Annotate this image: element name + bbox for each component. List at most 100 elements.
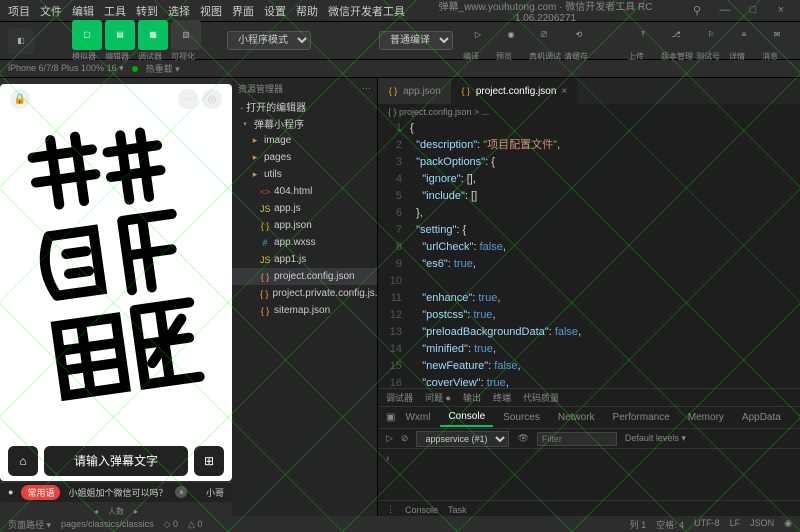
footer-right[interactable]: 小哥: [206, 486, 224, 499]
dt-quality-tab[interactable]: 代码质量: [523, 391, 559, 404]
testid-button[interactable]: ⚐: [696, 20, 726, 50]
page-path-value[interactable]: pages/classics/classics: [61, 519, 154, 529]
code-editor[interactable]: 1234567891011121314151617 { "description…: [378, 120, 800, 388]
details-button[interactable]: ≡: [729, 20, 759, 50]
clear-cache-button[interactable]: ⟲: [564, 20, 594, 50]
hotreload-select[interactable]: 热重载 ▾: [146, 62, 180, 75]
preview-button[interactable]: ◉: [496, 20, 526, 50]
page-path-label[interactable]: 页面路径 ▾: [8, 518, 51, 531]
dt-debugger-tab[interactable]: 调试器: [386, 391, 413, 404]
project-root[interactable]: ▾弹幕小程序: [232, 115, 377, 132]
visual-toggle[interactable]: ▧: [171, 20, 201, 50]
close-icon[interactable]: ×: [561, 86, 567, 97]
device-select[interactable]: iPhone 6/7/8 Plus 100% 16 ▾: [8, 63, 124, 74]
dt-performance[interactable]: Performance: [605, 409, 678, 426]
win-close-icon[interactable]: ×: [770, 4, 792, 17]
explorer-more-icon[interactable]: ⋯: [362, 83, 371, 94]
menu-edit[interactable]: 编辑: [72, 3, 94, 19]
dt-network[interactable]: Network: [550, 409, 603, 426]
file-404.html[interactable]: <>404.html: [232, 183, 377, 200]
dt-storage[interactable]: Storage: [791, 409, 800, 426]
dt-terminal-tab[interactable]: 终端: [493, 391, 511, 404]
status-warnings[interactable]: △ 0: [188, 519, 202, 530]
dt-eye-icon[interactable]: 👁: [517, 433, 528, 444]
mode-select[interactable]: 小程序模式: [227, 31, 311, 50]
win-pin-icon[interactable]: ⚲: [686, 4, 708, 17]
col-indicator[interactable]: 列 1: [630, 518, 647, 531]
menu-project[interactable]: 项目: [8, 3, 30, 19]
win-max-icon[interactable]: □: [742, 4, 764, 17]
menu-goto[interactable]: 转到: [136, 3, 158, 19]
menu-file[interactable]: 文件: [40, 3, 62, 19]
indent-indicator[interactable]: 空格: 4: [656, 518, 684, 531]
simulator-screen[interactable]: 🔒 ⋯ ◎ ⌂: [0, 84, 232, 481]
file-app.js[interactable]: JSapp.js: [232, 200, 377, 217]
menu-devtools[interactable]: 微信开发者工具: [328, 3, 405, 19]
dt-console[interactable]: Console: [440, 408, 493, 427]
menu-tools[interactable]: 工具: [104, 3, 126, 19]
home-icon[interactable]: ⌂: [8, 446, 38, 476]
sim-next-icon[interactable]: ▸: [134, 507, 138, 516]
debugger-toggle[interactable]: ▦: [138, 20, 168, 50]
file-app1.js[interactable]: JSapp1.js: [232, 251, 377, 268]
status-bell-icon[interactable]: ◉: [784, 518, 792, 531]
sim-prev-icon[interactable]: ◂: [94, 507, 98, 516]
footer-text[interactable]: 小姐姐加个微信可以吗？: [68, 486, 167, 499]
console-body[interactable]: ›: [378, 449, 800, 500]
dt-memory[interactable]: Memory: [680, 409, 732, 426]
dt-problems-tab[interactable]: 问题 ●: [425, 391, 451, 404]
app-avatar-icon[interactable]: ◧: [8, 28, 34, 54]
dt-appdata[interactable]: AppData: [734, 409, 789, 426]
dt-wxml[interactable]: Wxml: [397, 409, 438, 426]
dt-footer-console[interactable]: Console: [405, 505, 438, 515]
file-app.wxss[interactable]: #app.wxss: [232, 234, 377, 251]
version-button[interactable]: ⎇: [661, 20, 691, 50]
file-utils[interactable]: ▸utils: [232, 166, 377, 183]
dt-clear-icon[interactable]: ⊘: [401, 433, 409, 444]
menu-help[interactable]: 帮助: [296, 3, 318, 19]
menu-view[interactable]: 视图: [200, 3, 222, 19]
menu-select[interactable]: 选择: [168, 3, 190, 19]
filter-input[interactable]: [537, 432, 617, 446]
compile-select[interactable]: 普通编译: [379, 31, 453, 50]
menu-settings[interactable]: 设置: [264, 3, 286, 19]
eol-indicator[interactable]: LF: [730, 518, 741, 531]
simulator-toggle[interactable]: ▢: [72, 20, 102, 50]
sim-target-icon[interactable]: ◎: [202, 89, 222, 109]
encoding-indicator[interactable]: UTF-8: [694, 518, 720, 531]
file-sitemap.json[interactable]: { }sitemap.json: [232, 302, 377, 319]
file-app.json[interactable]: { }app.json: [232, 217, 377, 234]
remote-debug-button[interactable]: ⎚: [529, 20, 559, 50]
levels-select[interactable]: Default levels ▾: [625, 433, 686, 444]
file-pages[interactable]: ▸pages: [232, 149, 377, 166]
breadcrumb[interactable]: { } project.config.json > ...: [378, 104, 800, 120]
device-bar: iPhone 6/7/8 Plus 100% 16 ▾ 热重载 ▾: [0, 60, 800, 78]
footer-close-icon[interactable]: ×: [175, 486, 187, 498]
file-project.private.config.js...[interactable]: { }project.private.config.js...: [232, 285, 377, 302]
dt-inspect-icon[interactable]: ▣: [386, 412, 395, 423]
context-select[interactable]: appservice (#1): [416, 431, 509, 447]
win-min-icon[interactable]: —: [714, 4, 736, 17]
dt-play-icon[interactable]: ▷: [386, 433, 393, 444]
compile-button[interactable]: ▷: [463, 20, 493, 50]
dt-output-tab[interactable]: 输出: [463, 391, 481, 404]
menu-ui[interactable]: 界面: [232, 3, 254, 19]
dt-footer-task[interactable]: Task: [448, 505, 467, 515]
upload-button[interactable]: ⤒: [628, 20, 658, 50]
message-button[interactable]: ✉: [762, 20, 792, 50]
dt-sources[interactable]: Sources: [495, 409, 548, 426]
danmu-input[interactable]: 请输入弹幕文字: [44, 446, 188, 476]
file-image[interactable]: ▸image: [232, 132, 377, 149]
file-project.config.json[interactable]: { }project.config.json: [232, 268, 377, 285]
settings-icon[interactable]: ⊞: [194, 446, 224, 476]
editor-toggle[interactable]: ▤: [105, 20, 135, 50]
sim-menu-icon[interactable]: ⋯: [178, 89, 198, 109]
status-errors[interactable]: ◇ 0: [164, 519, 178, 530]
open-editors-section[interactable]: · 打开的编辑器: [232, 98, 377, 115]
tab-projectconfig[interactable]: { }project.config.json×: [451, 78, 577, 104]
lock-icon[interactable]: 🔒: [10, 89, 30, 109]
common-phrase-badge[interactable]: 常用语: [21, 485, 60, 500]
lang-indicator[interactable]: JSON: [750, 518, 774, 531]
dt-footer-kebab-icon[interactable]: ⋮: [386, 504, 395, 515]
tab-appjson[interactable]: { }app.json: [378, 78, 451, 104]
